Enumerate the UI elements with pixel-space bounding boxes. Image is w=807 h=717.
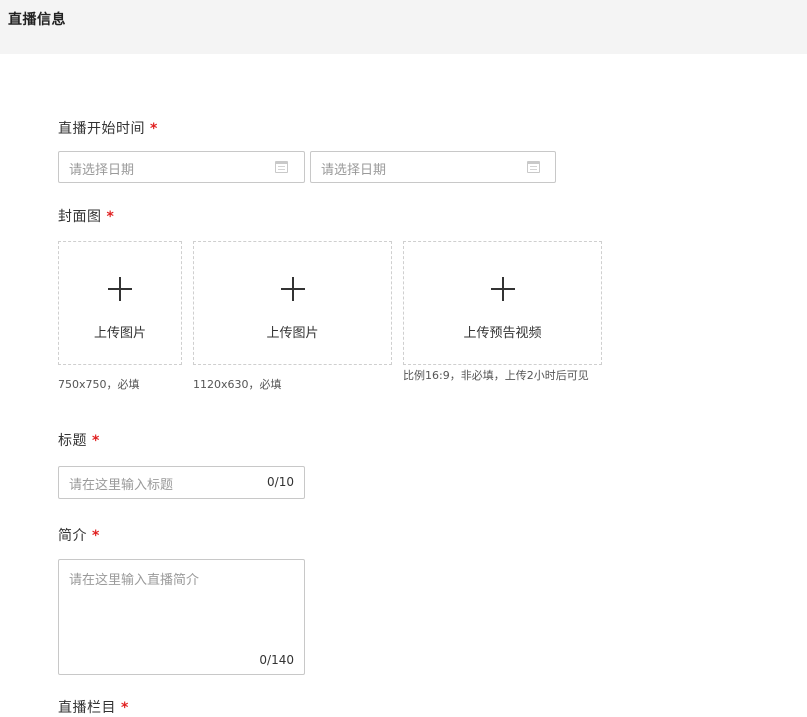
section-header: 直播信息 [0,0,807,54]
title-input[interactable]: 请在这里输入标题 0/10 [58,466,305,499]
plus-icon [108,277,132,301]
upload-preview-video-button[interactable]: 上传预告视频 [403,241,602,365]
calendar-icon [275,161,288,173]
upload-label: 上传图片 [93,326,146,341]
required-mark: * [121,700,129,716]
title-placeholder: 请在这里输入标题 [69,478,174,493]
intro-textarea[interactable]: 请在这里输入直播简介 0/140 [58,559,305,675]
required-mark: * [92,433,100,449]
upload-label: 上传预告视频 [463,326,542,341]
end-date-placeholder: 请选择日期 [321,163,387,178]
start-date-placeholder: 请选择日期 [69,163,135,178]
column-label-text: 直播栏目 [58,700,116,716]
intro-label: 简介 * [58,525,100,545]
intro-placeholder: 请在这里输入直播简介 [69,573,200,588]
upload-label: 上传图片 [266,326,319,341]
plus-icon [280,277,305,301]
square-image-hint: 750x750，必填 [58,378,140,391]
column-label: 直播栏目 * [58,697,129,717]
intro-char-counter: 0/140 [259,653,294,667]
intro-label-text: 简介 [58,528,87,544]
plus-icon [490,277,515,301]
cover-label: 封面图 * [58,206,114,226]
title-label: 标题 * [58,430,100,450]
title-label-text: 标题 [58,433,87,449]
cover-label-text: 封面图 [58,209,102,225]
required-mark: * [150,121,158,137]
video-hint: 比例16:9，非必填，上传2小时后可见 [403,369,589,382]
end-date-input[interactable]: 请选择日期 [310,151,556,183]
wide-image-hint: 1120x630，必填 [193,378,282,391]
section-title: 直播信息 [8,12,66,28]
start-time-label-text: 直播开始时间 [58,121,145,137]
start-date-input[interactable]: 请选择日期 [58,151,305,183]
title-char-counter: 0/10 [267,475,294,489]
calendar-icon [527,161,540,173]
upload-square-image-button[interactable]: 上传图片 [58,241,182,365]
required-mark: * [92,528,100,544]
start-time-label: 直播开始时间 * [58,118,158,138]
upload-wide-image-button[interactable]: 上传图片 [193,241,392,365]
required-mark: * [106,209,115,225]
